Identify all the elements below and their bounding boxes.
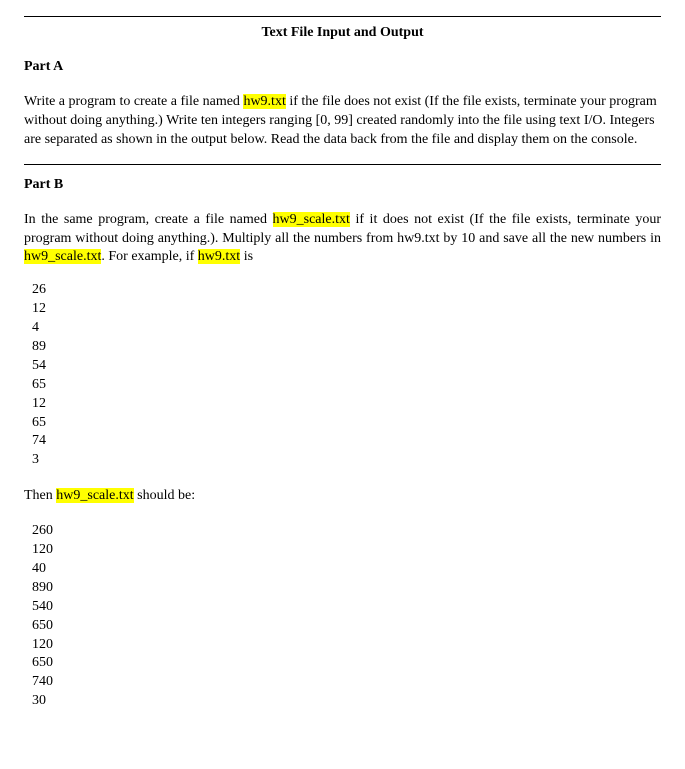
list-item: 650 — [32, 654, 661, 673]
highlight-hw9: hw9.txt — [243, 94, 285, 109]
text-span: should be: — [134, 488, 195, 503]
list-item: 65 — [32, 414, 661, 433]
list-item: 120 — [32, 636, 661, 655]
list-item: 26 — [32, 281, 661, 300]
list-item: 12 — [32, 300, 661, 319]
part-b-paragraph: In the same program, create a file named… — [24, 211, 661, 268]
divider-rule — [24, 164, 661, 165]
top-rule — [24, 16, 661, 17]
example-output-list: 260 120 40 890 540 650 120 650 740 30 — [32, 522, 661, 711]
text-span: . For example, if — [101, 249, 197, 264]
list-item: 54 — [32, 357, 661, 376]
text-span: Write a program to create a file named — [24, 94, 243, 109]
highlight-hw9-scale: hw9_scale.txt — [56, 488, 133, 503]
list-item: 260 — [32, 522, 661, 541]
text-span: is — [240, 249, 253, 264]
part-b-heading: Part B — [24, 177, 661, 193]
list-item: 120 — [32, 541, 661, 560]
part-a-heading: Part A — [24, 59, 661, 75]
list-item: 12 — [32, 395, 661, 414]
list-item: 30 — [32, 692, 661, 711]
list-item: 650 — [32, 617, 661, 636]
part-a-paragraph: Write a program to create a file named h… — [24, 93, 661, 150]
list-item: 74 — [32, 432, 661, 451]
list-item: 890 — [32, 579, 661, 598]
list-item: 540 — [32, 598, 661, 617]
list-item: 4 — [32, 319, 661, 338]
list-item: 65 — [32, 376, 661, 395]
text-span: Then — [24, 488, 56, 503]
highlight-hw9-scale: hw9_scale.txt — [24, 249, 101, 264]
list-item: 40 — [32, 560, 661, 579]
then-line: Then hw9_scale.txt should be: — [24, 488, 661, 504]
list-item: 89 — [32, 338, 661, 357]
example-input-list: 26 12 4 89 54 65 12 65 74 3 — [32, 281, 661, 470]
text-span: In the same program, create a file named — [24, 212, 273, 227]
page-title: Text File Input and Output — [24, 19, 661, 55]
list-item: 3 — [32, 451, 661, 470]
list-item: 740 — [32, 673, 661, 692]
highlight-hw9: hw9.txt — [198, 249, 240, 264]
highlight-hw9-scale: hw9_scale.txt — [273, 212, 350, 227]
